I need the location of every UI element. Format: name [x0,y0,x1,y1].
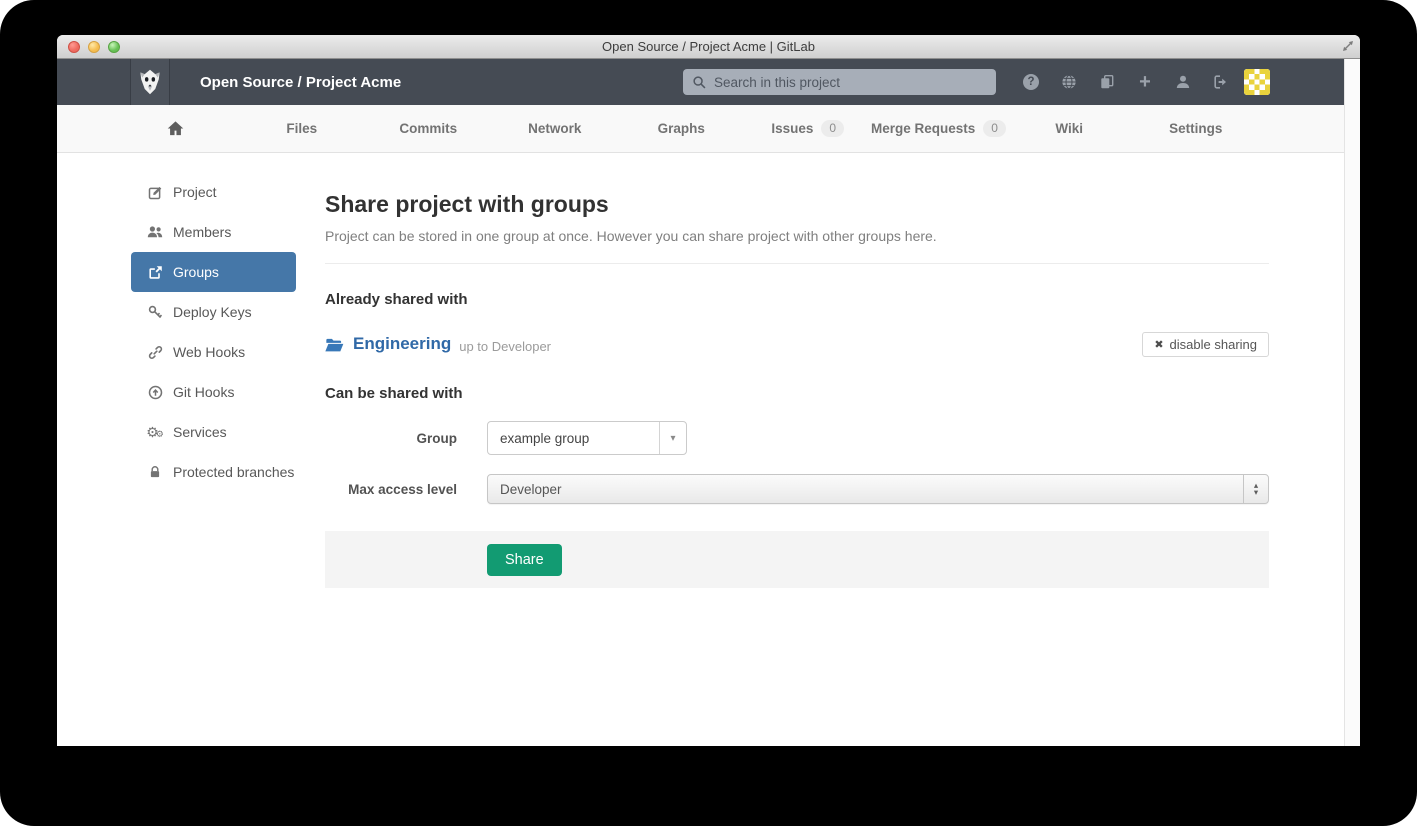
arrow-circle-up-icon [146,385,164,400]
max-access-label: Max access level [325,482,457,497]
scrollbar[interactable] [1344,59,1360,746]
group-label: Group [325,431,457,446]
user-icon[interactable] [1174,73,1192,91]
chevron-down-icon: ▾ [659,422,686,454]
section-divider [325,263,1269,264]
tab-network[interactable]: Network [492,105,619,152]
search-input[interactable] [712,74,987,91]
close-window-button[interactable] [68,41,80,53]
shared-access-note: up to Developer [459,339,551,354]
gitlab-tanuki-icon [136,68,164,96]
tab-commits[interactable]: Commits [365,105,492,152]
page-description: Project can be stored in one group at on… [325,228,1269,244]
sidebar-item-services[interactable]: ⚙⚙ Services [131,412,296,452]
sidebar-item-git-hooks[interactable]: Git Hooks [131,372,296,412]
lock-icon [146,465,164,479]
window-title: Open Source / Project Acme | GitLab [602,39,815,54]
sidebar-item-web-hooks[interactable]: Web Hooks [131,332,296,372]
sidebar-item-deploy-keys[interactable]: Deploy Keys [131,292,296,332]
gears-icon: ⚙⚙ [146,425,164,439]
select-spinner-icon: ▴ ▾ [1243,475,1268,503]
copy-icon[interactable] [1098,73,1116,91]
group-select[interactable]: example group ▾ [487,421,687,455]
browser-window: Open Source / Project Acme | GitLab [57,35,1360,746]
sign-out-icon[interactable] [1212,73,1230,91]
settings-sidebar: Project Members [131,172,296,492]
already-shared-heading: Already shared with [325,291,1269,308]
tab-files[interactable]: Files [239,105,366,152]
header-spacer [57,59,131,105]
shared-group-row: Engineering up to Developer ✖ disable sh… [325,330,1269,358]
form-actions: Share [325,531,1269,588]
globe-icon[interactable] [1060,73,1078,91]
tab-merge-requests[interactable]: Merge Requests 0 [871,105,1006,152]
share-icon [146,265,164,280]
shared-group-link[interactable]: Engineering [353,334,451,354]
zoom-window-button[interactable] [108,41,120,53]
help-icon[interactable]: ? [1022,73,1040,91]
tab-home[interactable] [112,105,239,152]
share-button[interactable]: Share [487,544,562,576]
users-icon [146,224,164,240]
link-icon [146,345,164,360]
header-icon-group: ? [1022,73,1230,91]
avatar[interactable] [1244,69,1270,95]
settings-page: Project Members [57,153,1344,746]
issues-count-badge: 0 [821,120,844,137]
dismiss-icon: ✖ [1154,338,1163,351]
window-titlebar: Open Source / Project Acme | GitLab [57,35,1360,59]
sidebar-item-groups[interactable]: Groups [131,252,296,292]
disable-sharing-button[interactable]: ✖ disable sharing [1142,332,1269,357]
resize-window-icon[interactable] [1340,38,1356,54]
sidebar-item-members[interactable]: Members [131,212,296,252]
folder-open-icon [325,336,344,353]
traffic-lights [68,41,120,53]
page-title: Share project with groups [325,191,1269,218]
max-access-form-row: Max access level Developer ▴ ▾ [325,474,1269,504]
home-icon [167,120,184,137]
tab-graphs[interactable]: Graphs [618,105,745,152]
search-icon [692,75,707,90]
group-form-row: Group example group ▾ [325,421,1269,455]
key-icon [146,305,164,320]
tab-wiki[interactable]: Wiki [1006,105,1133,152]
tab-issues[interactable]: Issues 0 [745,105,872,152]
tab-settings[interactable]: Settings [1132,105,1259,152]
plus-icon[interactable]: + [1136,73,1154,91]
minimize-window-button[interactable] [88,41,100,53]
sidebar-item-protected-branches[interactable]: Protected branches [131,452,296,492]
pencil-square-icon [146,185,164,200]
gitlab-logo[interactable] [131,59,170,105]
project-breadcrumb-title: Open Source / Project Acme [200,74,401,91]
sidebar-item-project[interactable]: Project [131,172,296,212]
app-header: Open Source / Project Acme ? [57,59,1344,105]
can-be-shared-heading: Can be shared with [325,385,1269,402]
share-project-section: Share project with groups Project can be… [325,153,1269,588]
project-nav-tabs: Files Commits Network Graphs Issues 0 Me… [57,105,1344,153]
search-box [683,69,996,95]
merge-requests-count-badge: 0 [983,120,1006,137]
max-access-select[interactable]: Developer ▴ ▾ [487,474,1269,504]
